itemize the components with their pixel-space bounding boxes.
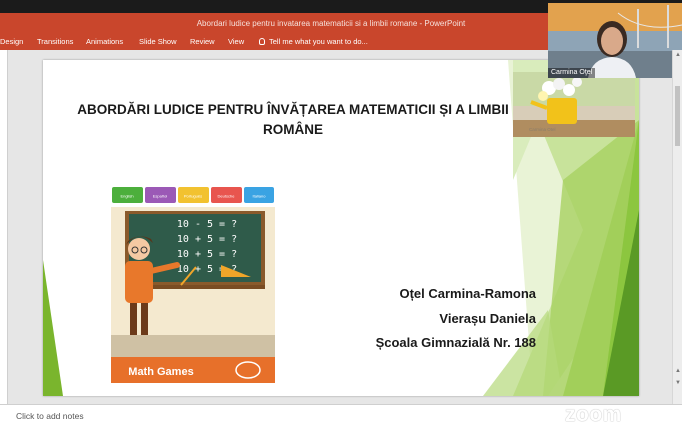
teacher-body (125, 261, 153, 303)
photo-caption: Carmina Otel (529, 127, 556, 132)
thumbnail-pane-edge[interactable] (0, 50, 8, 404)
equation-2: 10 + 5 = ? (177, 234, 237, 245)
lang-label-espanol: Español (153, 194, 168, 199)
notes-placeholder: Click to add notes (16, 411, 84, 421)
participant-video (548, 3, 682, 78)
scrollbar-thumb[interactable] (675, 86, 680, 146)
vertical-scrollbar[interactable]: ▲ ▲ ▼ (672, 50, 682, 404)
school-name: Școala Gimnazială Nr. 188 (375, 335, 536, 350)
scroll-next-icon[interactable]: ▼ (675, 380, 681, 386)
author-name-2: Vierașu Daniela (439, 311, 536, 326)
participant-name: Carmina Oţel (548, 68, 596, 78)
math-games-illustration: English Español Português Deutsche Itali… (111, 185, 275, 383)
author-name-1: Oțel Carmina-Ramona (399, 286, 536, 301)
equation-3: 10 + 5 = ? (177, 249, 237, 260)
window-title: Abordari ludice pentru invatarea matemat… (196, 19, 466, 28)
face (601, 27, 623, 55)
lightbulb-icon (259, 38, 265, 45)
video-thumbnail[interactable] (548, 3, 682, 78)
tab-view[interactable]: View (228, 35, 244, 49)
scroll-up-icon[interactable]: ▲ (675, 52, 681, 58)
slide-title: ABORDĂRI LUDICE PENTRU ÎNVĂȚAREA MATEMAT… (77, 102, 509, 137)
lang-label-deutsche: Deutsche (218, 194, 236, 199)
tell-me-search[interactable]: Tell me what you want to do... (259, 35, 368, 49)
zoom-watermark: zoom (565, 403, 622, 426)
lang-label-english: English (120, 194, 133, 199)
watering-can (547, 98, 577, 124)
tell-me-text: Tell me what you want to do... (269, 37, 368, 46)
tab-slide-show[interactable]: Slide Show (139, 35, 177, 49)
equation-1: 10 - 5 = ? (177, 219, 237, 230)
scroll-prev-icon[interactable]: ▲ (675, 368, 681, 374)
lang-label-italiano: Italiano (253, 194, 267, 199)
lang-label-portugues: Português (184, 194, 202, 199)
tab-review[interactable]: Review (190, 35, 215, 49)
tab-transitions[interactable]: Transitions (37, 35, 73, 49)
math-games-banner: Math Games (128, 366, 193, 378)
tab-design[interactable]: Design (0, 35, 23, 49)
tab-animations[interactable]: Animations (86, 35, 123, 49)
